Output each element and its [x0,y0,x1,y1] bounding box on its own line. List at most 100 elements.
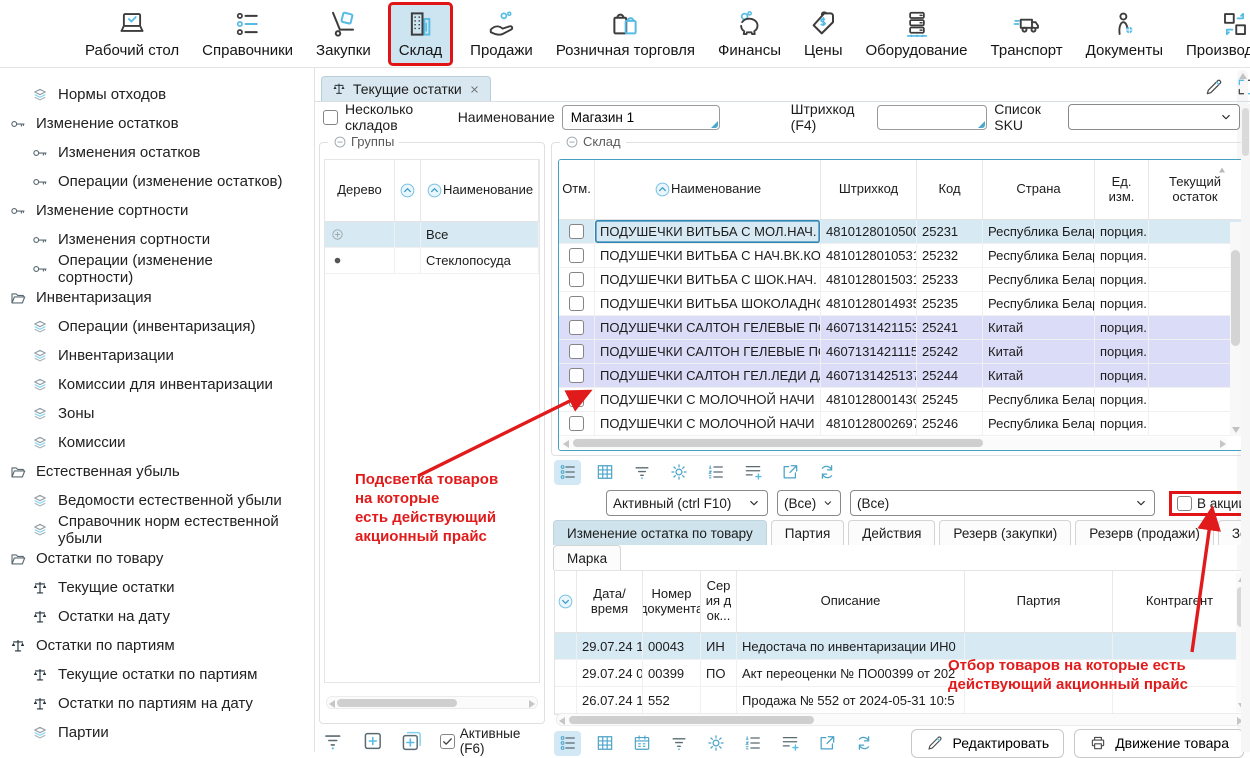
row-checkbox[interactable] [569,320,584,335]
column-header-series[interactable]: Серия док... [701,571,737,632]
scroll-right-icon[interactable] [529,700,535,708]
row-checkbox[interactable] [569,272,584,287]
stock-hscrollbar[interactable] [561,437,1228,449]
stock-row[interactable]: ПОДУШЕЧКИ ВИТЬБА С НАЧ.ВК.КОН 4810128010… [559,244,1242,268]
top-nav-item[interactable]: Справочники [199,5,296,63]
sort-up-icon[interactable] [654,181,671,198]
toolbar-button[interactable] [665,460,692,485]
stock-row[interactable]: ПОДУШЕЧКИ С МОЛОЧНОЙ НАЧИ 4810128001430 … [559,388,1242,412]
top-nav-item[interactable]: Продажи [467,5,536,63]
collapse-icon[interactable] [565,135,579,149]
column-header-tree[interactable]: Дерево [325,160,395,221]
toolbar-button[interactable] [776,460,803,485]
sidebar-item[interactable]: Естественная убыль [8,457,296,486]
detail-tab[interactable]: Действия [848,520,935,545]
stock-row[interactable]: ПОДУШЕЧКИ ВИТЬБА С ШОК.НАЧ. 481012801503… [559,268,1242,292]
sidebar-item[interactable]: Текущие остатки по партиям [8,660,296,689]
scroll-left-icon[interactable] [563,440,569,448]
scroll-right-icon[interactable] [1220,440,1226,448]
detail-tab[interactable]: Резерв (продажи) [1075,520,1214,545]
sidebar-item[interactable]: Остатки по партиям [8,631,296,660]
toolbar-button[interactable] [628,460,655,485]
sidebar-item[interactable]: Остатки на дату [8,602,296,631]
scroll-down-icon[interactable] [1232,427,1240,433]
sort-up-icon[interactable] [426,182,443,199]
sidebar-item[interactable]: Справочник норм естественной убыли [8,515,296,544]
groups-hscrollbar[interactable] [326,696,538,709]
toolbar-button[interactable] [702,460,729,485]
row-checkbox[interactable] [569,224,584,239]
edit-button[interactable]: Редактировать [911,729,1064,758]
toolbar-button[interactable] [591,460,618,485]
filter-icon[interactable] [321,729,345,753]
column-header-unit[interactable]: Ед. изм. [1095,160,1149,219]
sort-asc-icon[interactable] [1216,164,1228,176]
stock-row[interactable]: ПОДУШЕЧКИ ВИТЬБА ШОКОЛАДНО 4810128014935… [559,292,1242,316]
stock-row[interactable]: ПОДУШЕЧКИ С МОЛОЧНОЙ НАЧИ 4810128002697 … [559,412,1242,436]
stock-vscrollbar[interactable] [1230,222,1241,436]
column-header-datetime[interactable]: Дата/время [577,571,643,632]
stock-scroll-thumb[interactable] [573,439,983,447]
promo-checkbox[interactable] [1177,496,1192,511]
sort-down-icon[interactable] [557,593,574,610]
group-row[interactable]: Стеклопосуда [325,248,539,274]
barcode-filter-input[interactable] [878,110,986,125]
top-nav-item[interactable]: Рабочий стол [82,5,182,63]
sku-dropdown[interactable] [1068,104,1240,130]
tree-plus-icon[interactable] [330,227,345,242]
stock-row[interactable]: ПОДУШЕЧКИ САЛТОН ГЕЛЕВЫЕ ПО 460713142115… [559,316,1242,340]
sort-up-icon[interactable] [399,182,416,199]
all-dropdown-1[interactable]: (Все) [777,490,841,516]
column-header-code[interactable]: Код [917,160,983,219]
column-sort[interactable] [395,160,421,221]
sidebar-item[interactable]: Текущие остатки [8,573,296,602]
top-nav-item[interactable]: Документы [1083,5,1166,63]
detail-tab[interactable]: Резерв (закупки) [939,520,1071,545]
sidebar-item[interactable]: Остатки по товару [8,544,296,573]
row-checkbox[interactable] [569,296,584,311]
column-header-contractor[interactable]: Контрагент [1113,571,1247,632]
add-box-multi-icon[interactable] [400,729,424,753]
stock-row[interactable]: ПОДУШЕЧКИ ВИТЬБА С МОЛ.НАЧ. 481012801050… [559,220,1242,244]
row-checkbox[interactable] [569,248,584,263]
column-header-mark[interactable]: Отм. [559,160,595,219]
stock-vscroll-thumb[interactable] [1231,250,1240,346]
top-nav-item[interactable]: Закупки [313,5,374,63]
sidebar-item[interactable]: Комиссии для инвентаризации [8,370,296,399]
column-header-name[interactable]: Наименование [421,160,539,221]
sidebar-item[interactable]: Остатки по партиям на дату [8,689,296,718]
dot-icon[interactable] [330,253,345,268]
column-header-name[interactable]: Наименование [595,160,821,219]
multi-warehouse-checkbox[interactable] [323,110,338,125]
stock-row[interactable]: ПОДУШЕЧКИ САЛТОН ГЕЛЕВЫЕ ПО 460713142111… [559,340,1242,364]
sidebar-item[interactable]: Партии [8,718,296,747]
top-nav-item[interactable]: Склад [391,5,450,63]
row-checkbox[interactable] [569,368,584,383]
name-filter-input[interactable] [563,110,719,125]
group-row[interactable]: Все [325,222,539,248]
toolbar-button[interactable] [739,460,766,485]
row-checkbox[interactable] [569,416,584,431]
column-header-barcode[interactable]: Штрихкод [821,160,917,219]
movements-hscrollbar[interactable] [556,713,1246,726]
sidebar-item[interactable]: Изменение сортности [8,196,296,225]
detail-tab[interactable]: Марка [553,545,621,570]
scroll-left-icon[interactable] [559,717,565,725]
sidebar-item[interactable]: Комиссии [8,428,296,457]
close-icon[interactable] [468,83,481,96]
groups-scroll-thumb[interactable] [337,699,457,707]
sidebar-item[interactable]: Операции (изменение сортности) [8,254,296,283]
top-nav-item[interactable]: Транспорт [988,5,1066,63]
sidebar-item[interactable]: Себестоимость [8,747,296,752]
top-nav-item[interactable]: Розничная торговля [553,5,698,63]
column-header-party[interactable]: Партия [965,571,1113,632]
active-f6-checkbox[interactable] [440,734,455,749]
scroll-left-icon[interactable] [329,700,335,708]
all-dropdown-2[interactable]: (Все) [850,490,1155,516]
top-nav-item[interactable]: Цены [801,5,846,63]
detail-tab[interactable]: Изменение остатка по товару [553,520,767,545]
sidebar-item[interactable]: Операции (изменение остатков) [8,167,296,196]
toolbar-button[interactable] [554,460,581,485]
row-checkbox[interactable] [569,392,584,407]
movements-hscroll-thumb[interactable] [569,716,814,724]
